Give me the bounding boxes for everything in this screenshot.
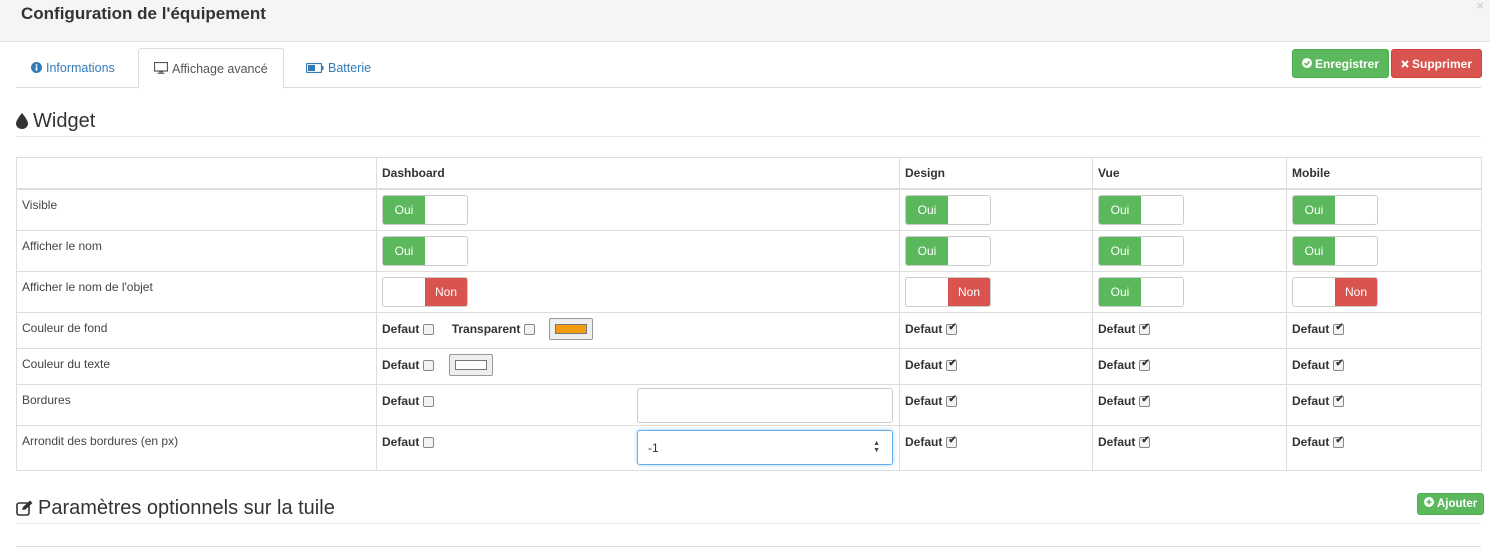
column-header-mobile: Mobile	[1286, 157, 1482, 190]
tab-bar: Informations Affichage avancé Batterie	[16, 48, 1481, 89]
table-row: Visible Oui Oui Oui Oui	[16, 188, 1482, 231]
row-label: Arrondit des bordures (en px)	[16, 424, 377, 471]
optional-section-title: Paramètres optionnels sur la tuile	[16, 497, 335, 522]
default-option: Defaut	[905, 322, 958, 336]
toggle-switch[interactable]: Oui	[1098, 235, 1184, 266]
row-label: Couleur du texte	[16, 347, 377, 385]
toggle-switch[interactable]: Non	[382, 276, 468, 307]
default-option: Defaut	[905, 435, 958, 449]
default-checkbox[interactable]	[1139, 322, 1151, 335]
table-row: Afficher le nom de l'objet Non Non Oui N…	[16, 270, 1482, 313]
tab-batterie[interactable]: Batterie	[291, 48, 386, 88]
default-option: Defaut	[905, 358, 958, 372]
widget-table: Dashboard Design Vue Mobile Visible Oui …	[16, 157, 1482, 471]
info-circle-icon	[31, 49, 42, 89]
default-option: Defaut	[1292, 435, 1345, 449]
default-checkbox[interactable]	[946, 358, 958, 371]
divider	[16, 136, 1481, 137]
table-row: Arrondit des bordures (en px) Defaut -1 …	[16, 424, 1482, 471]
battery-icon	[305, 49, 324, 89]
optional-params-table-header	[16, 546, 1481, 556]
modal-title: Configuration de l'équipement	[21, 4, 266, 23]
transparent-checkbox[interactable]	[524, 323, 536, 335]
table-header-row: Dashboard Design Vue Mobile	[16, 157, 1482, 190]
default-checkbox[interactable]	[423, 436, 435, 448]
toggle-switch[interactable]: Oui	[905, 235, 991, 266]
row-label: Visible	[16, 188, 377, 231]
default-option: Defaut	[1098, 435, 1151, 449]
tint-icon	[16, 112, 28, 135]
number-stepper-icon[interactable]: ▲ ▼	[873, 440, 880, 454]
default-option: Defaut	[1098, 322, 1151, 336]
save-button[interactable]: Enregistrer	[1292, 49, 1390, 79]
default-checkbox[interactable]	[946, 435, 958, 448]
color-swatch	[555, 323, 587, 334]
text-color-picker[interactable]	[449, 353, 493, 376]
row-label: Afficher le nom	[16, 229, 377, 272]
default-checkbox[interactable]	[1139, 358, 1151, 371]
table-row: Couleur du texte Defaut Defaut Defaut De…	[16, 347, 1482, 385]
border-input[interactable]	[637, 387, 893, 423]
close-icon[interactable]: ×	[1476, 0, 1484, 13]
default-option: Defaut	[1292, 394, 1345, 408]
check-circle-icon	[1302, 50, 1312, 79]
default-checkbox[interactable]	[423, 395, 435, 407]
toggle-switch[interactable]: Non	[1292, 276, 1378, 307]
column-header-dashboard: Dashboard	[376, 157, 900, 190]
delete-button[interactable]: Supprimer	[1391, 49, 1483, 79]
toggle-switch[interactable]: Oui	[1098, 276, 1184, 307]
default-checkbox[interactable]	[423, 323, 435, 335]
column-header-vue: Vue	[1092, 157, 1287, 190]
divider	[16, 523, 1481, 524]
edit-icon	[16, 499, 33, 522]
table-row: Bordures Defaut Defaut Defaut Defaut	[16, 383, 1482, 426]
times-icon	[1401, 50, 1409, 79]
default-checkbox[interactable]	[1139, 394, 1151, 407]
default-checkbox[interactable]	[946, 394, 958, 407]
row-label: Bordures	[16, 383, 377, 426]
default-checkbox[interactable]	[423, 359, 435, 371]
toggle-switch[interactable]: Oui	[1292, 195, 1378, 225]
default-checkbox[interactable]	[1333, 435, 1345, 448]
tab-affichage-avance[interactable]: Affichage avancé	[138, 48, 284, 89]
color-swatch	[455, 359, 487, 370]
toggle-switch[interactable]: Oui	[382, 235, 468, 266]
default-checkbox[interactable]	[1333, 358, 1345, 371]
toggle-switch[interactable]: Oui	[382, 195, 468, 225]
border-radius-input[interactable]: -1 ▲ ▼	[637, 429, 893, 465]
default-checkbox[interactable]	[1333, 394, 1345, 407]
default-option: Defaut	[382, 394, 435, 408]
default-option: Defaut	[905, 394, 958, 408]
table-row: Couleur de fond Defaut Transparent Defau…	[16, 311, 1482, 349]
default-checkbox[interactable]	[946, 322, 958, 335]
default-option: Defaut	[1292, 358, 1345, 372]
plus-circle-icon	[1424, 494, 1434, 514]
default-option: Defaut	[382, 322, 435, 336]
row-label: Couleur de fond	[16, 311, 377, 349]
toggle-switch[interactable]: Oui	[905, 195, 991, 225]
default-option: Defaut	[382, 358, 435, 372]
tab-informations[interactable]: Informations	[16, 48, 130, 88]
default-checkbox[interactable]	[1333, 322, 1345, 335]
toggle-switch[interactable]: Non	[905, 276, 991, 307]
default-option: Defaut	[1098, 394, 1151, 408]
default-option: Defaut	[1292, 322, 1345, 336]
column-header-design: Design	[899, 157, 1093, 190]
column-header	[16, 157, 377, 190]
modal-header: Configuration de l'équipement ×	[0, 0, 1490, 42]
table-row: Afficher le nom Oui Oui Oui Oui	[16, 229, 1482, 272]
default-checkbox[interactable]	[1139, 435, 1151, 448]
background-color-picker[interactable]	[549, 317, 593, 340]
widget-section-title: Widget	[16, 110, 95, 135]
toggle-switch[interactable]: Oui	[1098, 195, 1184, 225]
transparent-option: Transparent	[452, 322, 536, 336]
default-option: Defaut	[382, 435, 435, 449]
add-button[interactable]: Ajouter	[1417, 493, 1485, 515]
desktop-icon	[153, 50, 169, 90]
default-option: Defaut	[1098, 358, 1151, 372]
row-label: Afficher le nom de l'objet	[16, 270, 377, 313]
toggle-switch[interactable]: Oui	[1292, 235, 1378, 266]
